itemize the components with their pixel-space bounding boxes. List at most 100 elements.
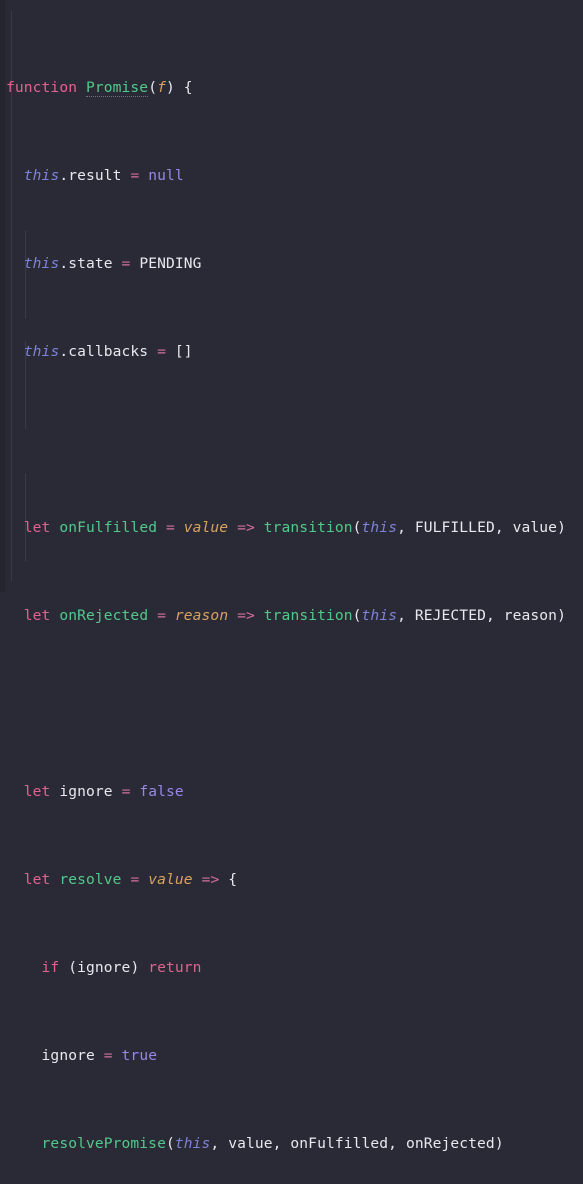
token-comma: ,	[210, 1135, 229, 1152]
code-content[interactable]: function Promise(f) { this.result = null…	[0, 11, 583, 1184]
token-paren-close: )	[165, 79, 175, 96]
token-operator-assign: =	[165, 519, 175, 536]
token-paren-close: )	[557, 607, 566, 624]
token-call-resolvepromise: resolvePromise	[41, 1135, 166, 1152]
token-call-transition: transition	[263, 607, 353, 624]
token-keyword-let: let	[23, 871, 51, 888]
token-this: this	[23, 255, 60, 272]
code-line: this.state = PENDING	[6, 253, 583, 275]
token-param-f: f	[157, 79, 166, 96]
token-this: this	[23, 167, 60, 184]
token-param-value: value	[148, 871, 193, 888]
token-operator-assign: =	[157, 343, 166, 360]
token-constant-pending: PENDING	[139, 255, 202, 272]
token-constant-rejected: REJECTED	[414, 607, 486, 624]
token-param-value: value	[183, 519, 229, 536]
token-operator-assign: =	[157, 607, 166, 624]
token-dot: .	[59, 167, 69, 184]
token-array-literal: []	[174, 343, 193, 360]
token-call-transition: transition	[263, 519, 353, 536]
code-line: this.result = null	[6, 165, 583, 187]
token-comma: ,	[494, 519, 513, 536]
token-paren-open: (	[68, 959, 78, 976]
token-this: this	[174, 1135, 211, 1152]
code-line: let resolve = value => {	[6, 869, 583, 891]
token-paren-close: )	[130, 959, 140, 976]
token-property-callbacks: callbacks	[68, 343, 149, 360]
token-keyword-let: let	[23, 607, 51, 624]
token-dot: .	[59, 343, 69, 360]
token-brace-open: {	[228, 871, 238, 888]
token-keyword-return: return	[148, 959, 202, 976]
code-line: resolvePromise(this, value, onFulfilled,…	[6, 1133, 583, 1155]
token-binding-resolve: resolve	[59, 871, 122, 888]
token-comma: ,	[485, 607, 504, 624]
token-paren-close: )	[557, 519, 566, 536]
token-binding-onfulfilled: onFulfilled	[59, 519, 158, 536]
token-property-state: state	[68, 255, 113, 272]
token-operator-arrow: =>	[201, 871, 220, 888]
token-paren-open: (	[165, 1135, 175, 1152]
token-comma: ,	[272, 1135, 291, 1152]
token-dot: .	[59, 255, 69, 272]
token-binding-onrejected: onRejected	[59, 607, 149, 624]
token-ident-ignore: ignore	[41, 1047, 95, 1064]
token-property-result: result	[68, 167, 122, 184]
token-arg-value: value	[512, 519, 558, 536]
code-line: if (ignore) return	[6, 957, 583, 979]
token-operator-assign: =	[130, 167, 140, 184]
token-comma: ,	[397, 607, 415, 624]
code-editor[interactable]: function Promise(f) { this.result = null…	[0, 0, 583, 1152]
token-brace-open: {	[183, 79, 193, 96]
code-line: let onFulfilled = value => transition(th…	[6, 517, 583, 539]
token-this: this	[361, 519, 398, 536]
token-arg-value: value	[228, 1135, 273, 1152]
token-operator-assign: =	[103, 1047, 113, 1064]
token-operator-arrow: =>	[237, 519, 255, 536]
token-keyword-let: let	[23, 783, 51, 800]
token-keyword-function: function	[6, 79, 78, 96]
token-ident-ignore: ignore	[77, 959, 131, 976]
token-operator-arrow: =>	[237, 607, 255, 624]
code-line: ignore = true	[6, 1045, 583, 1067]
token-comma: ,	[388, 1135, 406, 1152]
code-line: let onRejected = reason => transition(th…	[6, 605, 583, 627]
token-paren-close: )	[494, 1135, 504, 1152]
token-keyword-let: let	[23, 519, 51, 536]
token-keyword-if: if	[41, 959, 60, 976]
token-paren-open: (	[352, 519, 362, 536]
token-this: this	[361, 607, 398, 624]
code-line: function Promise(f) {	[6, 77, 583, 99]
token-this: this	[23, 343, 60, 360]
